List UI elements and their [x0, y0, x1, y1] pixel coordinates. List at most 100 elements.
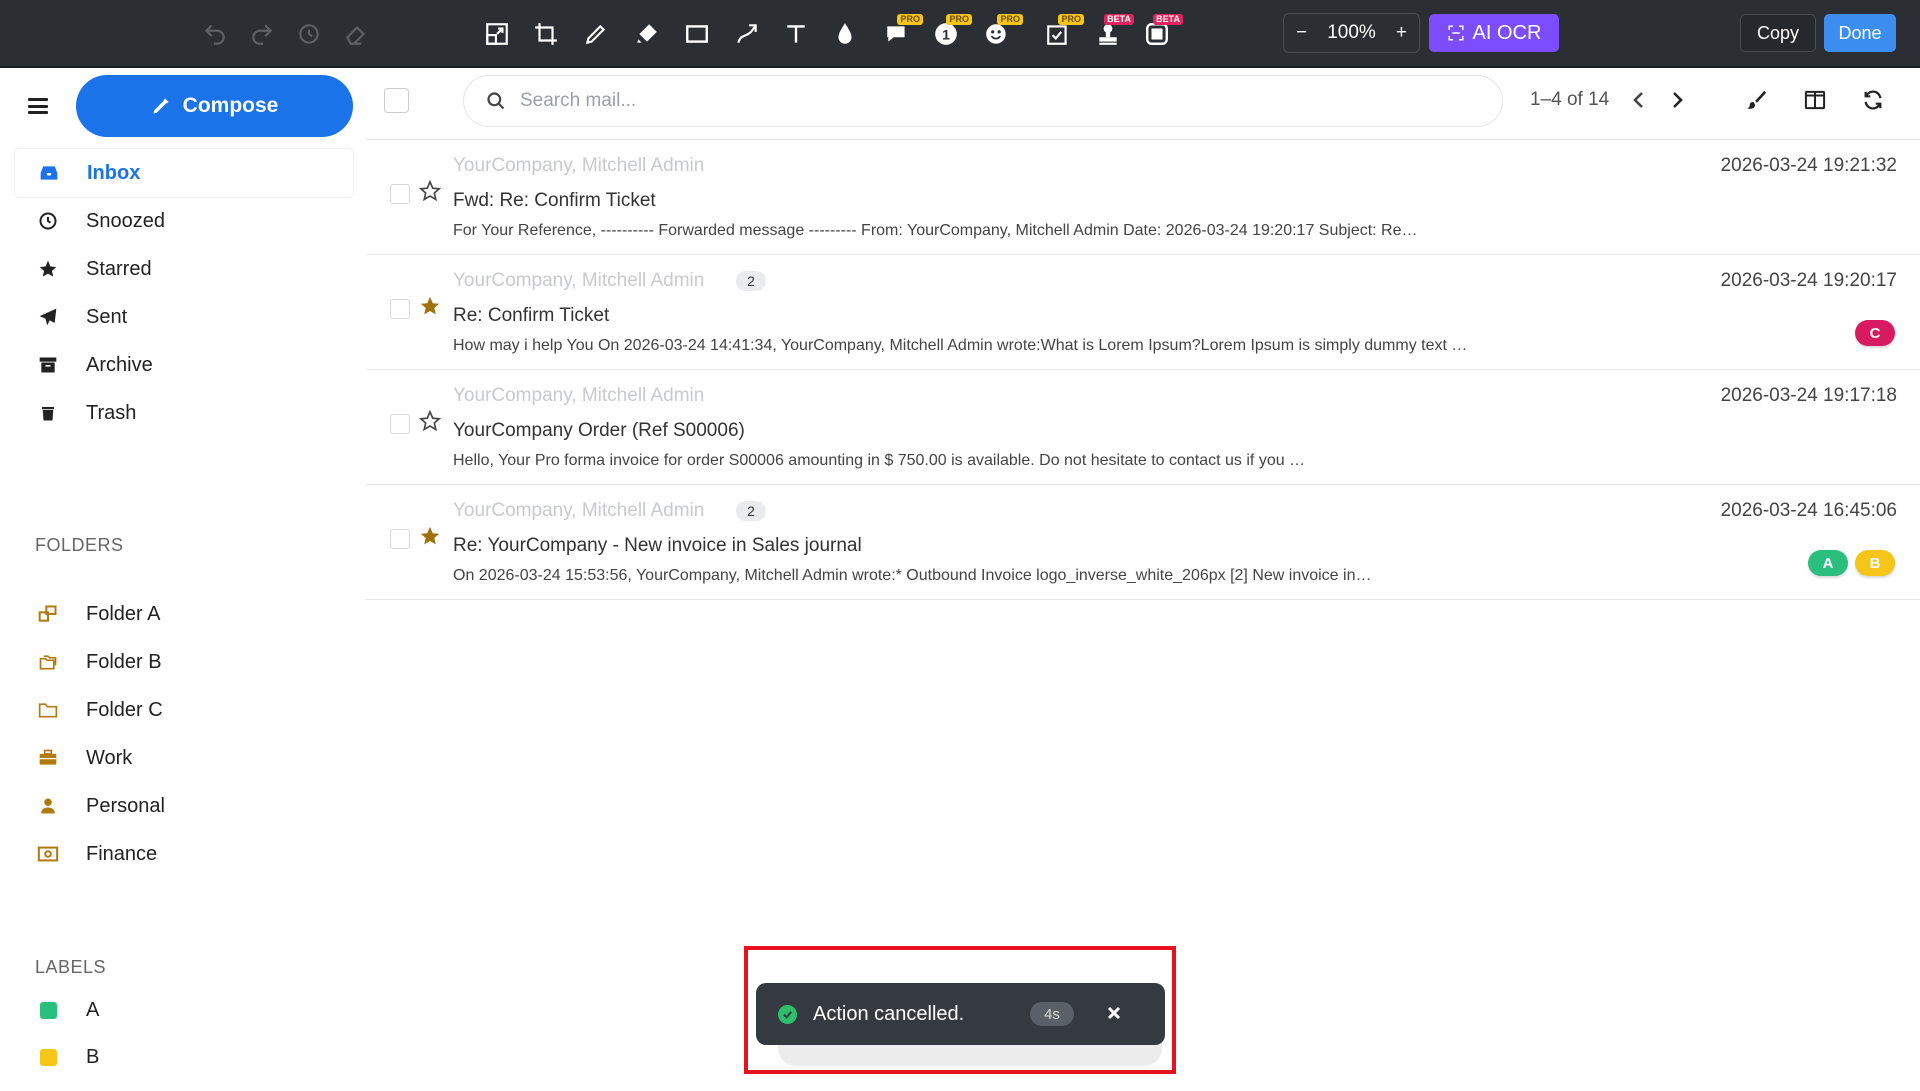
sidebar-item-label: Folder A: [86, 602, 161, 625]
sidebar-item-inbox[interactable]: Inbox: [14, 148, 354, 198]
sidebar-item-personal[interactable]: Personal: [14, 781, 354, 831]
mail-subject: Re: YourCompany - New invoice in Sales j…: [453, 535, 862, 556]
compose-button[interactable]: Compose: [76, 75, 353, 137]
done-button[interactable]: Done: [1824, 14, 1896, 52]
sidebar-item-work[interactable]: Work: [14, 733, 354, 783]
label-color-swatch: [39, 1048, 57, 1066]
sidebar-item-label-a[interactable]: A: [14, 985, 354, 1035]
pen-icon[interactable]: [576, 14, 616, 54]
mail-sender: YourCompany, Mitchell Admin: [453, 270, 705, 291]
sidebar-item-folder-c[interactable]: Folder C: [14, 685, 354, 735]
chevron-right-icon: [1673, 92, 1683, 108]
text-tool-icon[interactable]: [776, 14, 816, 54]
row-checkbox[interactable]: [390, 529, 410, 549]
columns-icon: [1804, 90, 1826, 110]
emoji-icon[interactable]: PRO: [977, 14, 1023, 54]
thread-count-badge: 2: [736, 501, 766, 521]
highlighter-icon[interactable]: [627, 14, 667, 54]
row-checkbox[interactable]: [390, 299, 410, 319]
row-checkbox[interactable]: [390, 414, 410, 434]
split-view-button[interactable]: [1800, 85, 1830, 115]
sidebar-item-archive[interactable]: Archive: [14, 340, 354, 390]
trash-icon: [36, 401, 60, 425]
refresh-icon: [1864, 90, 1882, 110]
search-input[interactable]: [520, 90, 1420, 112]
sticker-icon[interactable]: PRO: [1038, 14, 1084, 54]
sidebar-item-starred[interactable]: Starred: [14, 244, 354, 294]
rectangle-icon[interactable]: [677, 14, 717, 54]
sidebar-item-finance[interactable]: Finance: [14, 829, 354, 879]
sidebar-item-label: Inbox: [87, 161, 141, 184]
sidebar-item-folder-b[interactable]: Folder B: [14, 637, 354, 687]
step-number-icon[interactable]: 1 PRO: [926, 14, 972, 54]
crop-icon[interactable]: [526, 14, 566, 54]
hamburger-menu-icon[interactable]: [28, 98, 48, 114]
sidebar-item-label: B: [86, 1045, 100, 1068]
callout-icon[interactable]: PRO: [877, 14, 923, 54]
star-filled-icon[interactable]: [419, 525, 441, 547]
sidebar-item-label: Sent: [86, 305, 128, 328]
sidebar-item-snoozed[interactable]: Snoozed: [14, 196, 354, 246]
frame-icon[interactable]: BETA: [1137, 14, 1183, 54]
beta-badge: BETA: [1104, 14, 1134, 25]
star-outline-icon[interactable]: [419, 410, 441, 432]
blur-drop-icon[interactable]: [825, 14, 865, 54]
mail-row[interactable]: YourCompany, Mitchell Admin 2 Re: YourCo…: [366, 484, 1920, 600]
archive-icon: [36, 353, 60, 377]
refresh-button[interactable]: [1858, 85, 1888, 115]
label-tag-a: A: [1808, 550, 1848, 576]
search-icon: [487, 92, 505, 110]
mail-row[interactable]: YourCompany, Mitchell Admin Fwd: Re: Con…: [366, 139, 1920, 254]
sidebar-item-folder-a[interactable]: Folder A: [14, 589, 354, 639]
mail-date: 2026-03-24 19:20:17: [1720, 270, 1897, 291]
mail-row[interactable]: YourCompany, Mitchell Admin YourCompany …: [366, 369, 1920, 484]
resize-icon[interactable]: [477, 14, 517, 54]
theme-button[interactable]: [1742, 85, 1772, 115]
next-page-button[interactable]: [1665, 86, 1691, 114]
sidebar-item-label-b[interactable]: B: [14, 1032, 354, 1082]
paper-plane-icon: [36, 305, 60, 329]
briefcase-icon: [36, 746, 60, 770]
mail-preview: On 2026-03-24 15:53:56, YourCompany, Mit…: [453, 567, 1372, 584]
mail-subject: Fwd: Re: Confirm Ticket: [453, 190, 656, 211]
zoom-out-button[interactable]: −: [1296, 22, 1307, 44]
folder-tree-icon: [36, 602, 60, 626]
sidebar-item-label: Finance: [86, 842, 158, 865]
pro-badge: PRO: [897, 14, 923, 25]
select-all-checkbox[interactable]: [384, 88, 409, 113]
sidebar-item-label: Starred: [86, 257, 152, 280]
sidebar-item-label: Folder C: [86, 698, 163, 721]
reset-icon[interactable]: [289, 14, 329, 54]
undo-icon[interactable]: [195, 14, 235, 54]
annotation-highlight-box: [744, 946, 1176, 1074]
sidebar-item-trash[interactable]: Trash: [14, 388, 354, 438]
mail-subject: Re: Confirm Ticket: [453, 305, 610, 326]
zoom-level: 100%: [1327, 22, 1376, 43]
pro-badge: PRO: [997, 14, 1023, 25]
label-tag-b: B: [1855, 550, 1895, 576]
label-tag-c: C: [1855, 320, 1895, 346]
mail-row[interactable]: YourCompany, Mitchell Admin 2 Re: Confir…: [366, 254, 1920, 369]
ai-ocr-button[interactable]: AI OCR: [1429, 14, 1559, 52]
pro-badge: PRO: [946, 14, 972, 25]
copy-button[interactable]: Copy: [1740, 14, 1816, 52]
zoom-in-button[interactable]: +: [1396, 22, 1407, 44]
star-outline-icon[interactable]: [419, 180, 441, 202]
mail-preview: For Your Reference, ---------- Forwarded…: [453, 222, 1418, 239]
mail-sender: YourCompany, Mitchell Admin: [453, 155, 705, 176]
redo-icon[interactable]: [242, 14, 282, 54]
person-icon: [36, 794, 60, 818]
star-filled-icon[interactable]: [419, 295, 441, 317]
thread-count-badge: 2: [736, 271, 766, 291]
folder-copy-icon: [36, 650, 60, 674]
inbox-icon: [37, 161, 61, 185]
row-checkbox[interactable]: [390, 184, 410, 204]
scan-icon: [1448, 25, 1464, 41]
previous-page-button[interactable]: [1625, 86, 1651, 114]
arrow-tool-icon[interactable]: [727, 14, 767, 54]
sidebar-item-sent[interactable]: Sent: [14, 292, 354, 342]
stamp-icon[interactable]: BETA: [1088, 14, 1134, 54]
beta-badge: BETA: [1153, 14, 1183, 25]
editor-toolbar: PRO 1 PRO PRO PRO BETA BETA − 100% + AI …: [0, 0, 1920, 68]
eraser-icon[interactable]: [336, 14, 376, 54]
